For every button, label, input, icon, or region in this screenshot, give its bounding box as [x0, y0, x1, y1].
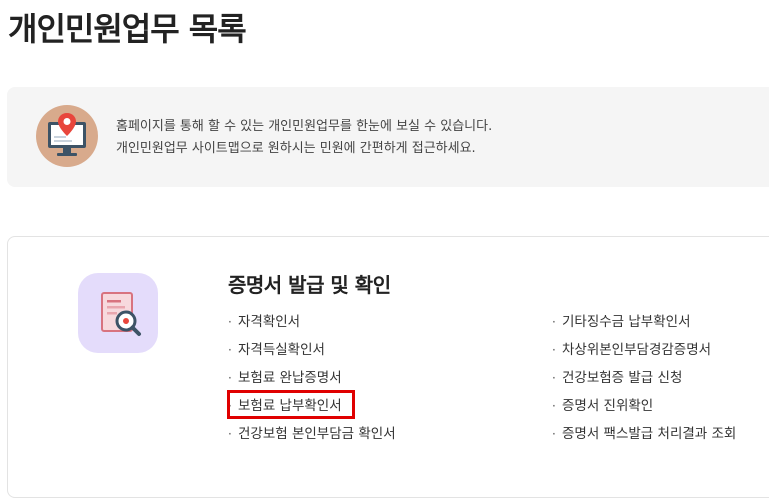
bullet: · [552, 371, 556, 385]
info-line-2: 개인민원업무 사이트맵으로 원하시는 민원에 간편하게 접근하세요. [116, 141, 476, 156]
bullet: · [228, 315, 232, 329]
service-link-certificate-verification[interactable]: · 증명서 진위확인 [552, 395, 736, 423]
bullet: · [228, 343, 232, 357]
category-card: 증명서 발급 및 확인 · 자격확인서 · 자격득실확인서 · 보험료 완납증명서 ·… [7, 236, 769, 498]
service-link-qualification[interactable]: · 자격확인서 [228, 311, 396, 339]
service-link-label: 보험료 완납증명서 [238, 370, 342, 386]
service-link-label: 기타징수금 납부확인서 [562, 314, 691, 330]
service-link-label: 증명서 진위확인 [562, 398, 654, 414]
service-link-near-poverty-reduction[interactable]: · 차상위본인부담경감증명서 [552, 339, 736, 367]
service-link-label: 건강보험증 발급 신청 [562, 370, 683, 386]
right-service-list: · 기타징수금 납부확인서 · 차상위본인부담경감증명서 · 건강보험증 발급 신청 … [552, 311, 736, 451]
info-description: 홈페이지를 통해 할 수 있는 개인민원업무를 한눈에 보실 수 있습니다. 개… [116, 116, 492, 160]
bullet: · [552, 427, 556, 441]
bullet: · [552, 399, 556, 413]
service-link-other-dues-payment[interactable]: · 기타징수금 납부확인서 [552, 311, 736, 339]
service-link-insurance-card-issue[interactable]: · 건강보험증 발급 신청 [552, 367, 736, 395]
service-link-copayment-confirmation[interactable]: · 건강보험 본인부담금 확인서 [228, 423, 396, 451]
category-title: 증명서 발급 및 확인 [228, 273, 391, 297]
certificate-search-icon-graphic [101, 292, 141, 336]
service-link-label: 자격확인서 [238, 314, 301, 330]
service-link-qualification-history[interactable]: · 자격득실확인서 [228, 339, 396, 367]
bullet: · [228, 427, 232, 441]
bullet: · [228, 371, 232, 385]
page-title: 개인민원업무 목록 [8, 10, 247, 48]
service-link-label: 건강보험 본인부담금 확인서 [238, 426, 396, 442]
bullet: · [552, 343, 556, 357]
info-box: 홈페이지를 통해 할 수 있는 개인민원업무를 한눈에 보실 수 있습니다. 개… [7, 87, 769, 187]
service-link-label: 차상위본인부담경감증명서 [562, 342, 712, 358]
service-link-fax-result-lookup[interactable]: · 증명서 팩스발급 처리결과 조회 [552, 423, 736, 451]
certificate-search-icon [78, 273, 158, 353]
service-link-label: 증명서 팩스발급 처리결과 조회 [562, 426, 737, 442]
highlight-box [227, 390, 355, 419]
service-link-label: 자격득실확인서 [238, 342, 325, 358]
left-service-list: · 자격확인서 · 자격득실확인서 · 보험료 완납증명서 · 보험료 납부확인서 · 건… [228, 311, 396, 451]
bullet: · [552, 315, 556, 329]
info-line-1: 홈페이지를 통해 할 수 있는 개인민원업무를 한눈에 보실 수 있습니다. [116, 119, 493, 134]
monitor-location-icon [36, 105, 98, 167]
